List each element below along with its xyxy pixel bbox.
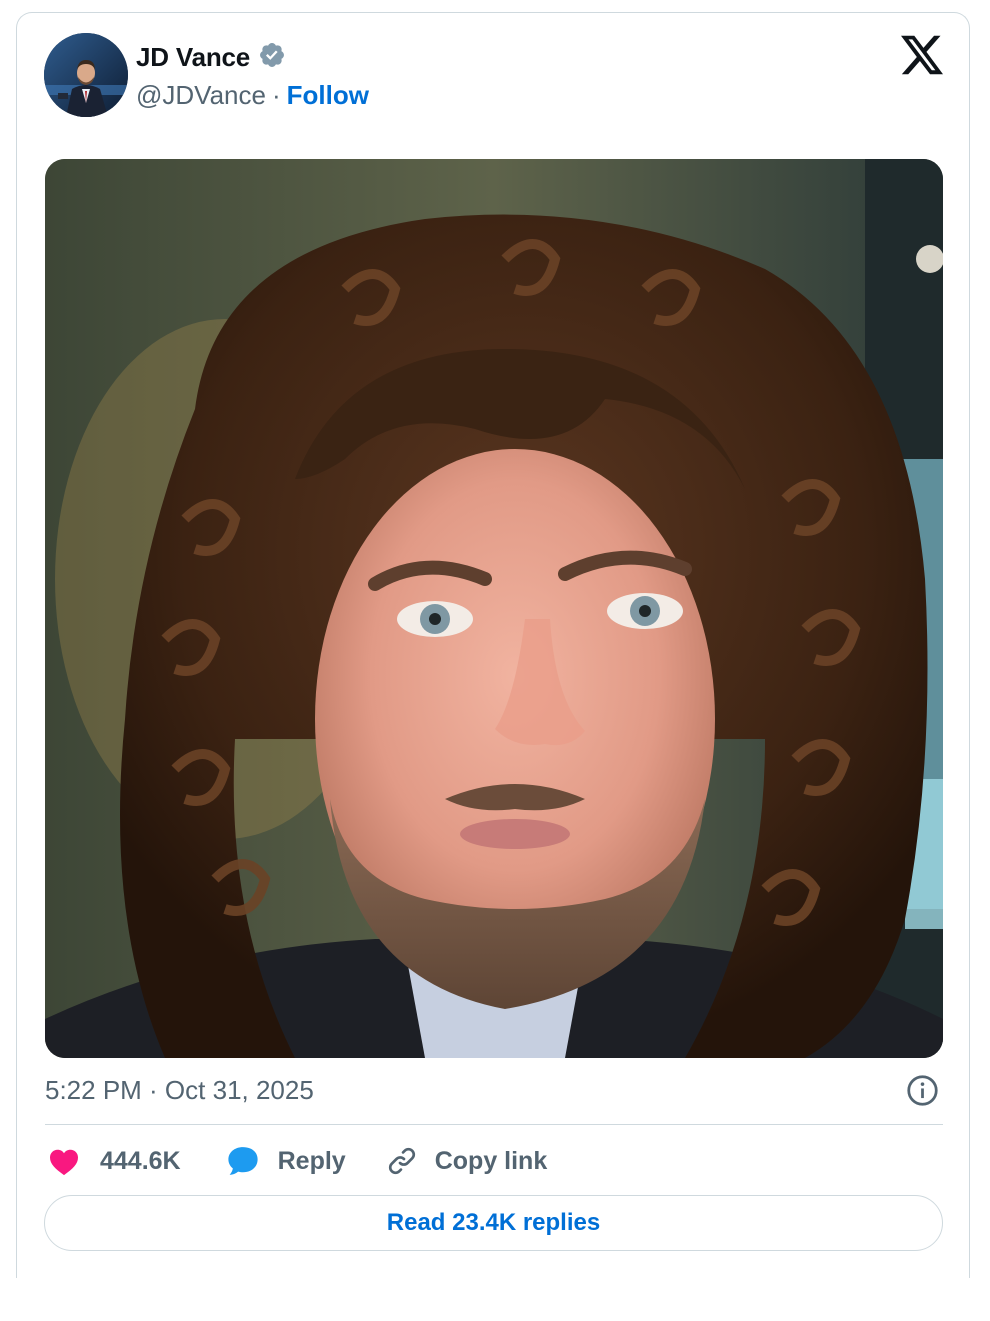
like-count: 444.6K	[100, 1146, 181, 1175]
like-button[interactable]: 444.6K	[45, 1146, 181, 1176]
divider	[45, 1124, 943, 1125]
info-icon[interactable]	[906, 1074, 939, 1107]
author-display-name[interactable]: JD Vance	[136, 42, 250, 73]
avatar-photo	[44, 33, 128, 117]
tweet-media-photo[interactable]	[45, 159, 943, 1058]
tweet-timestamp[interactable]: 5:22 PM · Oct 31, 2025	[45, 1073, 314, 1107]
x-logo-icon[interactable]	[901, 35, 943, 75]
reply-button[interactable]: Reply	[226, 1145, 346, 1177]
author-handle[interactable]: @JDVance	[136, 80, 266, 111]
speech-bubble-icon	[226, 1145, 260, 1177]
copy-link-button[interactable]: Copy link	[386, 1145, 548, 1177]
follow-button[interactable]: Follow	[287, 80, 369, 111]
selfie-photo	[45, 159, 943, 1058]
read-replies-button[interactable]: Read 23.4K replies	[44, 1195, 943, 1251]
reply-label: Reply	[277, 1146, 346, 1175]
copy-link-label: Copy link	[434, 1146, 548, 1175]
handle-separator: ·	[271, 79, 281, 110]
verified-badge-icon	[258, 41, 286, 74]
heart-icon	[48, 1146, 80, 1176]
author-name-row: JD Vance	[136, 40, 286, 74]
author-handle-row: @JDVance · Follow	[136, 78, 369, 112]
author-avatar[interactable]	[44, 33, 128, 117]
link-icon	[386, 1145, 418, 1177]
tweet-actions: 444.6K Reply Copy link	[45, 1140, 547, 1182]
